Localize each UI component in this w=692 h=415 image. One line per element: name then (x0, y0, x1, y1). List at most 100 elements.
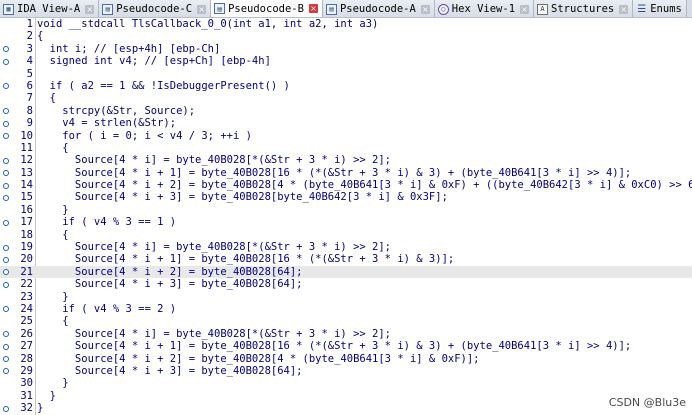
line-gutter[interactable]: 24 (0, 303, 36, 315)
line-gutter[interactable]: 1 (0, 18, 36, 30)
code-line[interactable]: 15 Source[4 * i + 3] = byte_40B028[byte_… (0, 191, 692, 203)
line-gutter[interactable]: 18 (0, 229, 36, 241)
breakpoint-marker-icon[interactable] (3, 157, 9, 164)
breakpoint-marker-icon[interactable] (3, 405, 9, 412)
tab-pseudocode-b[interactable]: ▤ Pseudocode-B × (211, 0, 323, 17)
breakpoint-marker-icon[interactable] (3, 269, 9, 276)
code-line[interactable]: 13 Source[4 * i + 1] = byte_40B028[16 * … (0, 167, 692, 179)
breakpoint-marker-icon[interactable] (3, 244, 9, 251)
code-text: v4 = strlen(&Str); (37, 117, 177, 130)
code-line[interactable]: 16 } (0, 204, 692, 216)
tab-hex-view-1[interactable]: ○ Hex View-1 × (434, 0, 535, 17)
close-icon[interactable]: × (197, 4, 207, 14)
line-gutter[interactable]: 17 (0, 216, 36, 228)
tab-enums[interactable]: ☰ Enums (633, 0, 687, 17)
breakpoint-marker-icon[interactable] (3, 46, 9, 53)
code-line[interactable]: 29 Source[4 * i + 3] = byte_40B028[64]; (0, 365, 692, 377)
line-gutter[interactable]: 7 (0, 92, 36, 104)
line-gutter[interactable]: 11 (0, 142, 36, 154)
line-gutter[interactable]: 25 (0, 315, 36, 327)
code-line[interactable]: 14 Source[4 * i + 2] = byte_40B028[4 * (… (0, 179, 692, 191)
breakpoint-marker-icon[interactable] (3, 281, 9, 288)
breakpoint-marker-icon[interactable] (3, 343, 9, 350)
line-gutter[interactable]: 31 (0, 390, 36, 402)
code-line[interactable]: 11 { (0, 142, 692, 154)
breakpoint-marker-icon[interactable] (3, 170, 9, 177)
pseudocode-view[interactable]: 1 void __stdcall TlsCallback_0_0(int a1, … (0, 18, 692, 415)
code-line[interactable]: 19 Source[4 * i] = byte_40B028[*(&Str + … (0, 241, 692, 253)
code-line[interactable]: 23 } (0, 291, 692, 303)
line-gutter[interactable]: 6 (0, 80, 36, 92)
line-gutter[interactable]: 10 (0, 130, 36, 142)
breakpoint-marker-icon[interactable] (3, 58, 9, 65)
code-line[interactable]: 1 void __stdcall TlsCallback_0_0(int a1, … (0, 18, 692, 30)
code-line[interactable]: 17 if ( v4 % 3 == 1 ) (0, 216, 692, 228)
code-line[interactable]: 32} (0, 402, 692, 414)
code-line[interactable]: 12 Source[4 * i] = byte_40B028[*(&Str + … (0, 154, 692, 166)
code-line[interactable]: 9 v4 = strlen(&Str); (0, 117, 692, 129)
code-line[interactable]: 31 } (0, 390, 692, 402)
code-line[interactable]: 3 int i; // [esp+4h] [ebp-Ch] (0, 43, 692, 55)
line-gutter[interactable]: 13 (0, 167, 36, 179)
line-gutter[interactable]: 12 (0, 154, 36, 166)
line-gutter[interactable]: 32 (0, 402, 36, 414)
tab-pseudocode-a[interactable]: ▤ Pseudocode-A × (322, 0, 435, 17)
breakpoint-marker-icon[interactable] (3, 194, 9, 201)
close-icon[interactable]: × (619, 4, 629, 14)
line-gutter[interactable]: 3 (0, 43, 36, 55)
code-line[interactable]: 4 signed int v4; // [esp+Ch] [ebp-4h] (0, 55, 692, 67)
tab-pseudocode-c[interactable]: ▤ Pseudocode-C × (99, 0, 212, 17)
code-line[interactable]: 22 Source[4 * i + 3] = byte_40B028[64]; (0, 278, 692, 290)
close-icon[interactable]: × (520, 4, 530, 14)
tab-ida-view-a[interactable]: ▦ IDA View-A × (0, 0, 100, 17)
code-line[interactable]: 6 if ( a2 == 1 && !IsDebuggerPresent() ) (0, 80, 692, 92)
close-icon[interactable]: × (308, 4, 318, 13)
line-gutter[interactable]: 19 (0, 241, 36, 253)
line-gutter[interactable]: 22 (0, 278, 36, 290)
line-gutter[interactable]: 15 (0, 191, 36, 203)
code-line[interactable]: 8 strcpy(&Str, Source); (0, 105, 692, 117)
breakpoint-marker-icon[interactable] (3, 120, 9, 127)
code-line[interactable]: 28 Source[4 * i + 2] = byte_40B028[4 * (… (0, 353, 692, 365)
code-line[interactable]: 5 (0, 68, 692, 80)
close-icon[interactable]: × (85, 4, 95, 14)
code-line[interactable]: 2{ (0, 30, 692, 42)
close-icon[interactable]: × (420, 4, 430, 14)
code-line[interactable]: 7 { (0, 92, 692, 104)
code-line[interactable]: 25 { (0, 315, 692, 327)
code-line[interactable]: 24 if ( v4 % 3 == 2 ) (0, 303, 692, 315)
breakpoint-marker-icon[interactable] (3, 219, 9, 226)
code-line[interactable]: 26 Source[4 * i] = byte_40B028[*(&Str + … (0, 328, 692, 340)
line-gutter[interactable]: 8 (0, 105, 36, 117)
tab-structures[interactable]: A Structures × (534, 0, 634, 17)
code-line[interactable]: 27 Source[4 * i + 1] = byte_40B028[16 * … (0, 340, 692, 352)
line-gutter[interactable]: 30 (0, 377, 36, 389)
breakpoint-marker-icon[interactable] (3, 182, 9, 189)
breakpoint-marker-icon[interactable] (3, 356, 9, 363)
code-line[interactable]: 18 { (0, 229, 692, 241)
line-gutter[interactable]: 2 (0, 30, 36, 42)
code-line[interactable]: 20 Source[4 * i + 1] = byte_40B028[16 * … (0, 253, 692, 265)
line-gutter[interactable]: 29 (0, 365, 36, 377)
breakpoint-marker-icon[interactable] (3, 83, 9, 90)
line-gutter[interactable]: 27 (0, 340, 36, 352)
line-gutter[interactable]: 26 (0, 328, 36, 340)
line-gutter[interactable]: 23 (0, 291, 36, 303)
code-line[interactable]: 21 Source[4 * i + 2] = byte_40B028[64]; (0, 265, 692, 279)
line-gutter[interactable]: 14 (0, 179, 36, 191)
line-gutter[interactable]: 21 (0, 266, 36, 278)
breakpoint-marker-icon[interactable] (3, 306, 9, 313)
breakpoint-marker-icon[interactable] (3, 331, 9, 338)
breakpoint-marker-icon[interactable] (3, 108, 9, 115)
line-gutter[interactable]: 28 (0, 353, 36, 365)
line-gutter[interactable]: 16 (0, 204, 36, 216)
code-line[interactable]: 10 for ( i = 0; i < v4 / 3; ++i ) (0, 130, 692, 142)
code-line[interactable]: 30 } (0, 377, 692, 389)
line-gutter[interactable]: 5 (0, 68, 36, 80)
line-gutter[interactable]: 9 (0, 117, 36, 129)
breakpoint-marker-icon[interactable] (3, 133, 9, 140)
breakpoint-marker-icon[interactable] (3, 256, 9, 263)
line-gutter[interactable]: 4 (0, 55, 36, 67)
line-gutter[interactable]: 20 (0, 253, 36, 265)
breakpoint-marker-icon[interactable] (3, 368, 9, 375)
